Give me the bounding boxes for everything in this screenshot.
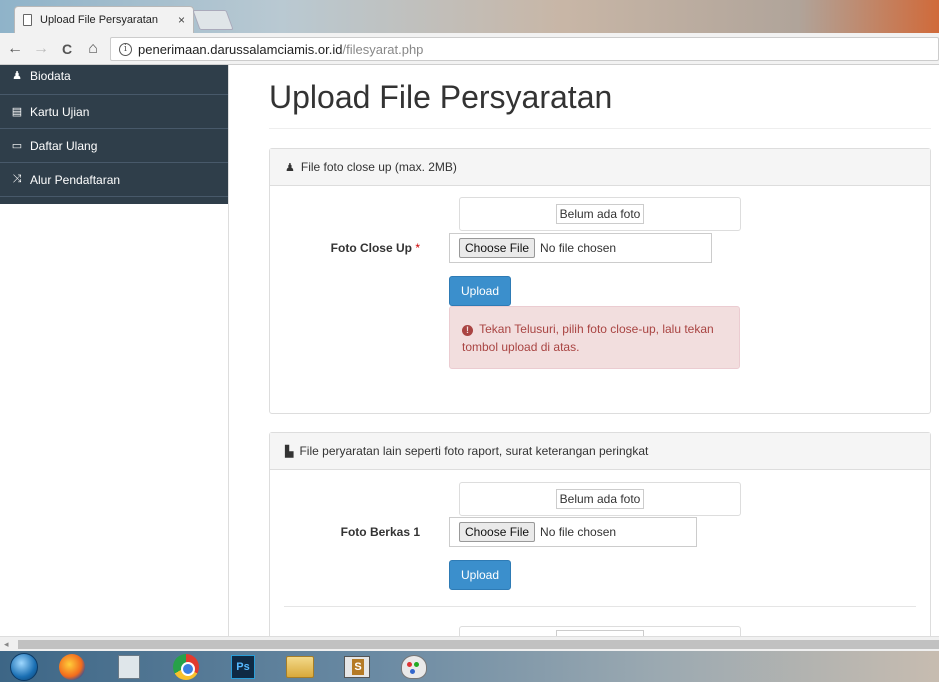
preview-placeholder: Belum ada foto	[556, 204, 644, 224]
photoshop-icon: Ps	[231, 654, 255, 679]
new-tab-button[interactable]	[192, 10, 234, 30]
user-icon: ♟	[12, 70, 22, 82]
os-taskbar: Ps	[0, 651, 939, 682]
horizontal-scrollbar[interactable]: ◂	[0, 636, 939, 651]
scroll-left-icon[interactable]: ◂	[4, 639, 9, 650]
preview-placeholder: Belum ada foto	[556, 489, 644, 509]
field-label-foto-berkas-1: Foto Berkas 1	[340, 525, 420, 539]
info-icon[interactable]: i	[119, 42, 132, 56]
sidebar-item-alur-pendaftaran[interactable]: ⤨ Alur Pendaftaran	[0, 163, 229, 197]
sidebar-item-biodata[interactable]: ♟ Biodata	[0, 65, 229, 95]
file-input-foto-berkas-1[interactable]: Choose File No file chosen	[449, 517, 697, 547]
photo-preview: Belum ada foto	[459, 197, 741, 231]
file-input-foto-close-up[interactable]: Choose File No file chosen	[449, 233, 712, 263]
panel-foto-close-up: ♟ File foto close up (max. 2MB) Belum ad…	[269, 148, 931, 414]
file-status: No file chosen	[540, 241, 617, 255]
calculator-icon	[118, 654, 140, 679]
sidebar-item-label: Daftar Ulang	[30, 138, 98, 153]
sidebar-item-kartu-ujian[interactable]: ▤ Kartu Ujian	[0, 95, 229, 129]
reload-icon[interactable]: C	[56, 41, 78, 57]
page-icon	[23, 14, 32, 26]
page-title: Upload File Persyaratan	[269, 79, 613, 115]
file-status: No file chosen	[540, 525, 617, 539]
title-divider	[269, 128, 931, 129]
error-alert: ! Tekan Telusuri, pilih foto close-up, l…	[449, 306, 740, 369]
taskbar-calculator[interactable]	[109, 652, 149, 681]
alert-text: Tekan Telusuri, pilih foto close-up, lal…	[462, 322, 714, 354]
photo-preview: Belum ada foto	[459, 482, 741, 516]
file-explorer-icon	[286, 655, 314, 678]
url-path: /filesyarat.php	[342, 41, 424, 57]
sidebar-divider	[228, 65, 229, 636]
panel-heading-text: File peryaratan lain seperti foto raport…	[299, 444, 649, 458]
address-bar[interactable]: i penerimaan.darussalamciamis.or.id/file…	[110, 37, 939, 61]
url-host: penerimaan.darussalamciamis.or.id	[138, 41, 343, 57]
taskbar-app-s[interactable]	[337, 652, 377, 681]
browser-tab[interactable]: Upload File Persyaratan ×	[14, 6, 194, 33]
panel-heading: ▙ File peryaratan lain seperti foto rapo…	[270, 433, 930, 470]
panel-heading-text: File foto close up (max. 2MB)	[300, 160, 457, 174]
sidebar: ♟ Biodata ▤ Kartu Ujian ▭ Daftar Ulang ⤨…	[0, 65, 229, 204]
browser-toolbar: ← → C ⌂ i penerimaan.darussalamciamis.or…	[0, 33, 939, 65]
sidebar-item-label: Alur Pendaftaran	[30, 172, 121, 187]
windows-start-icon[interactable]	[10, 652, 38, 681]
choose-file-button[interactable]: Choose File	[459, 238, 536, 258]
user-icon: ♟	[285, 161, 295, 174]
file-icon: ▙	[285, 445, 294, 458]
sidebar-item-label: Biodata	[30, 69, 71, 83]
paint-icon	[401, 654, 427, 679]
required-mark: *	[415, 241, 420, 255]
back-icon[interactable]: ←	[4, 40, 26, 58]
panel-file-persyaratan-lain: ▙ File peryaratan lain seperti foto rapo…	[269, 432, 931, 636]
home-icon[interactable]: ⌂	[82, 40, 104, 58]
taskbar-chrome[interactable]	[166, 652, 206, 681]
exclamation-icon: !	[462, 325, 473, 336]
taskbar-photoshop[interactable]: Ps	[223, 652, 263, 681]
random-icon: ⤨	[12, 173, 22, 185]
browser-tab-strip: Upload File Persyaratan ×	[0, 0, 939, 33]
taskbar-paint[interactable]	[394, 652, 434, 681]
row-separator	[284, 606, 916, 607]
scrollbar-thumb[interactable]	[18, 640, 939, 649]
firefox-icon	[59, 653, 85, 680]
upload-button[interactable]: Upload	[449, 560, 511, 590]
credit-card-icon: ▭	[11, 140, 23, 152]
photo-preview-next	[459, 626, 741, 636]
chrome-icon	[173, 653, 199, 680]
panel-heading: ♟ File foto close up (max. 2MB)	[270, 149, 930, 186]
field-label-foto-close-up: Foto Close Up *	[330, 241, 420, 255]
tab-title: Upload File Persyaratan	[40, 14, 159, 26]
id-card-icon: ▤	[11, 106, 23, 118]
close-tab-icon[interactable]: ×	[178, 13, 185, 27]
choose-file-button[interactable]: Choose File	[459, 522, 536, 542]
taskbar-firefox[interactable]	[52, 652, 92, 681]
sidebar-item-label: Kartu Ujian	[30, 104, 90, 119]
taskbar-explorer[interactable]	[280, 652, 320, 681]
sidebar-item-daftar-ulang[interactable]: ▭ Daftar Ulang	[0, 129, 229, 163]
app-s-icon	[344, 655, 370, 678]
upload-button[interactable]: Upload	[449, 276, 511, 306]
page-viewport: ♟ Biodata ▤ Kartu Ujian ▭ Daftar Ulang ⤨…	[0, 65, 939, 636]
forward-icon[interactable]: →	[30, 40, 52, 58]
